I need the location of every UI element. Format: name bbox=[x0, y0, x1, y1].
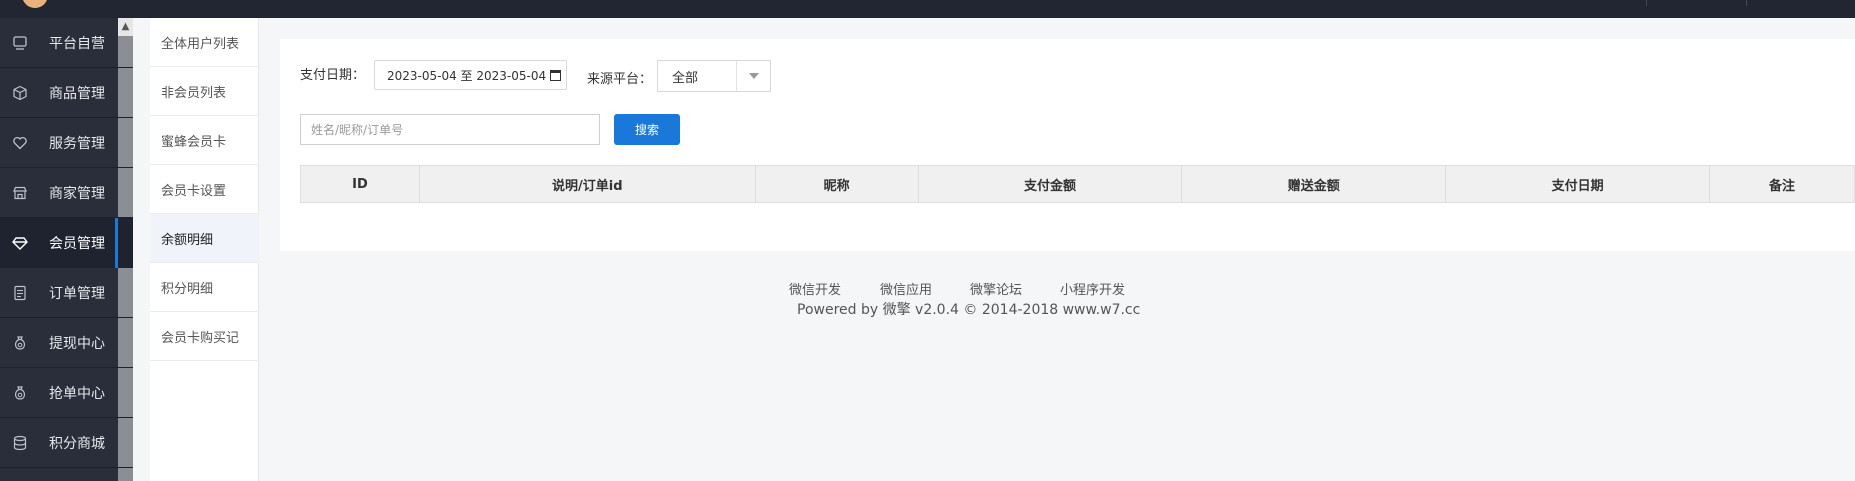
sidebar-item-member[interactable]: 会员管理 bbox=[0, 218, 133, 268]
database-icon bbox=[11, 434, 29, 452]
pay-date-value: 2023-05-04 至 2023-05-04 bbox=[387, 68, 547, 83]
list-icon bbox=[11, 284, 29, 302]
sidebar-item-label: 积分商城 bbox=[49, 435, 105, 452]
money-bag-icon bbox=[11, 334, 29, 352]
search-button[interactable]: 搜索 bbox=[614, 114, 680, 145]
column-header-nickname: 昵称 bbox=[754, 165, 919, 203]
monitor-icon bbox=[11, 34, 29, 52]
sidebar-item-label: 提现中心 bbox=[49, 335, 105, 352]
subnav-item-all-users[interactable]: 全体用户列表 bbox=[150, 18, 259, 67]
heart-icon bbox=[11, 134, 29, 152]
sidebar: ▲ 平台自营 商品管理 服务管理 商家管理 会员管理 订单管理 提现中心 抢单中… bbox=[0, 18, 133, 481]
sidebar-item-label: 商品管理 bbox=[49, 85, 105, 102]
subnav-item-balance-detail[interactable]: 余额明细 bbox=[150, 214, 259, 263]
sidebar-item-withdraw[interactable]: 提现中心 bbox=[0, 318, 133, 368]
store-icon bbox=[11, 184, 29, 202]
sidebar-item-grab-order[interactable]: 抢单中心 bbox=[0, 368, 133, 418]
sidebar-item-service[interactable]: 服务管理 bbox=[0, 118, 133, 168]
sidebar-item-points-mall[interactable]: 积分商城 bbox=[0, 418, 133, 468]
column-header-id: ID bbox=[300, 165, 420, 203]
subnav-item-points-detail[interactable]: 积分明细 bbox=[150, 263, 259, 312]
subnav-item-card-purchase-record[interactable]: 会员卡购买记 bbox=[150, 312, 259, 361]
pay-date-label: 支付日期： bbox=[300, 68, 366, 83]
sidebar-item-goods[interactable]: 商品管理 bbox=[0, 68, 133, 118]
diamond-icon bbox=[11, 234, 29, 252]
sidebar-item-label: 抢单中心 bbox=[49, 385, 105, 402]
sidebar-item-label: 订单管理 bbox=[49, 285, 105, 302]
pay-date-range-picker[interactable]: 2023-05-04 至 2023-05-04 bbox=[374, 60, 567, 90]
dropdown-toggle[interactable] bbox=[736, 61, 770, 91]
money-bag-icon bbox=[11, 384, 29, 402]
column-header-pay-amount: 支付金额 bbox=[917, 165, 1183, 203]
footer-link-miniprogram-dev[interactable]: 小程序开发 bbox=[1060, 279, 1125, 298]
top-divider bbox=[1746, 0, 1747, 6]
sidebar-item-platform[interactable]: 平台自营 bbox=[0, 18, 133, 68]
balance-table: ID 说明/订单id 昵称 支付金额 赠送金额 支付日期 备注 bbox=[300, 165, 1855, 203]
source-platform-select[interactable]: 全部 bbox=[657, 60, 771, 92]
column-header-pay-date: 支付日期 bbox=[1445, 165, 1711, 203]
cube-icon bbox=[11, 84, 29, 102]
subnav-item-card-settings[interactable]: 会员卡设置 bbox=[150, 165, 259, 214]
search-input[interactable] bbox=[300, 114, 600, 145]
sidebar-item-label: 商家管理 bbox=[49, 185, 105, 202]
sidebar-item-label: 服务管理 bbox=[49, 135, 105, 152]
column-header-bonus-amount: 赠送金额 bbox=[1181, 165, 1447, 203]
calendar-icon bbox=[550, 69, 562, 81]
logo[interactable] bbox=[22, 0, 48, 8]
sidebar-item-label: 平台自营 bbox=[49, 35, 105, 52]
sub-navigation: 全体用户列表 非会员列表 蜜蜂会员卡 会员卡设置 余额明细 积分明细 会员卡购买… bbox=[150, 18, 259, 481]
footer-link-wechat-apps[interactable]: 微信应用 bbox=[880, 279, 932, 298]
sidebar-item-label: 会员管理 bbox=[49, 235, 105, 252]
top-divider bbox=[1646, 0, 1647, 6]
source-platform-label: 来源平台： bbox=[587, 72, 653, 87]
footer-link-wechat-dev[interactable]: 微信开发 bbox=[789, 279, 841, 298]
caret-down-icon bbox=[748, 73, 759, 79]
powered-by-text: Powered by 微擎 v2.0.4 © 2014-2018 www.w7.… bbox=[797, 302, 1141, 318]
column-header-description: 说明/订单id bbox=[418, 165, 756, 203]
table-header-row: ID 说明/订单id 昵称 支付金额 赠送金额 支付日期 备注 bbox=[300, 165, 1855, 203]
sidebar-item-merchant[interactable]: 商家管理 bbox=[0, 168, 133, 218]
sidebar-item-order[interactable]: 订单管理 bbox=[0, 268, 133, 318]
subnav-item-bee-card[interactable]: 蜜蜂会员卡 bbox=[150, 116, 259, 165]
top-bar bbox=[0, 0, 1855, 18]
subnav-item-non-members[interactable]: 非会员列表 bbox=[150, 67, 259, 116]
column-header-remark: 备注 bbox=[1709, 165, 1855, 203]
source-platform-value: 全部 bbox=[672, 70, 699, 86]
footer-link-forum[interactable]: 微擎论坛 bbox=[970, 279, 1022, 298]
